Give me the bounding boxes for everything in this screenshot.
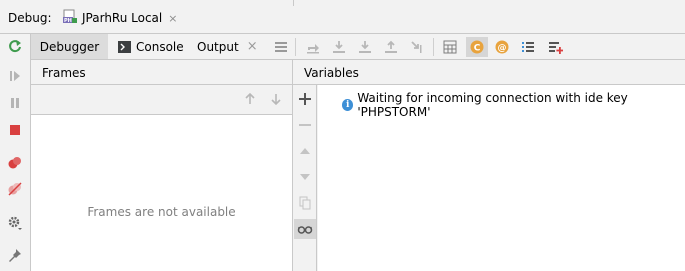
step-over-icon[interactable] (331, 39, 347, 55)
glasses-icon[interactable] (294, 219, 316, 239)
svg-text:C: C (474, 44, 481, 54)
frames-toolbar (31, 85, 292, 115)
tab-output[interactable]: Output × (197, 34, 258, 59)
arrow-up-icon[interactable] (243, 92, 257, 109)
layout-icon[interactable] (273, 39, 289, 55)
debug-label: Debug: (8, 11, 52, 25)
stop-icon[interactable] (7, 122, 23, 138)
view-breakpoints-icon[interactable] (7, 155, 23, 171)
variables-status: i Waiting for incoming connection with i… (342, 91, 685, 119)
variables-message: Waiting for incoming connection with ide… (357, 91, 628, 119)
copy-icon[interactable] (297, 195, 313, 211)
step-out-icon[interactable] (383, 39, 399, 55)
show-execution-point-icon[interactable] (305, 39, 321, 55)
list-icon[interactable] (520, 39, 536, 55)
divider (433, 38, 434, 56)
triangle-up-icon[interactable] (297, 143, 313, 159)
php-class-icon[interactable]: C (466, 37, 488, 57)
variables-title: Variables (304, 66, 359, 80)
tab-console[interactable]: Console (118, 34, 184, 59)
at-icon[interactable]: @ (494, 39, 510, 55)
triangle-down-icon[interactable] (297, 169, 313, 185)
divider (293, 0, 294, 6)
arrow-down-icon[interactable] (269, 92, 283, 109)
run-config-tab[interactable]: PHP JParhRu Local × (62, 8, 177, 28)
php-run-icon: PHP (62, 9, 78, 28)
pin-icon[interactable] (7, 247, 23, 263)
tab-output-label: Output (197, 39, 239, 54)
left-toolbar (0, 34, 31, 271)
run-config-label: JParhRu Local (82, 11, 163, 25)
run-to-cursor-icon[interactable] (409, 39, 425, 55)
divider (295, 38, 296, 56)
mute-breakpoints-icon[interactable] (7, 181, 23, 197)
close-icon[interactable]: × (168, 12, 177, 25)
evaluate-expression-icon[interactable] (442, 39, 458, 55)
close-icon[interactable]: × (247, 39, 258, 54)
info-icon: i (342, 99, 354, 111)
tab-debugger[interactable]: Debugger (31, 34, 108, 59)
settings-icon[interactable] (7, 215, 23, 231)
add-watch-list-icon[interactable] (547, 39, 563, 55)
step-into-icon[interactable] (357, 39, 373, 55)
plus-icon[interactable] (297, 91, 313, 107)
debugger-tabs-bar: Debugger Console Output × C @ (31, 34, 685, 60)
pause-icon[interactable] (7, 95, 23, 111)
svg-text:@: @ (498, 44, 507, 54)
frames-list[interactable] (31, 115, 292, 271)
minus-icon[interactable] (297, 117, 313, 133)
console-icon (118, 40, 131, 53)
tab-debugger-label: Debugger (39, 39, 100, 54)
variables-toolbar (293, 85, 317, 271)
frames-empty-text: Frames are not available (87, 205, 236, 219)
resume-icon[interactable] (7, 68, 23, 84)
frames-title: Frames (42, 66, 86, 80)
rerun-icon[interactable] (7, 38, 23, 54)
tab-console-label: Console (136, 39, 184, 54)
